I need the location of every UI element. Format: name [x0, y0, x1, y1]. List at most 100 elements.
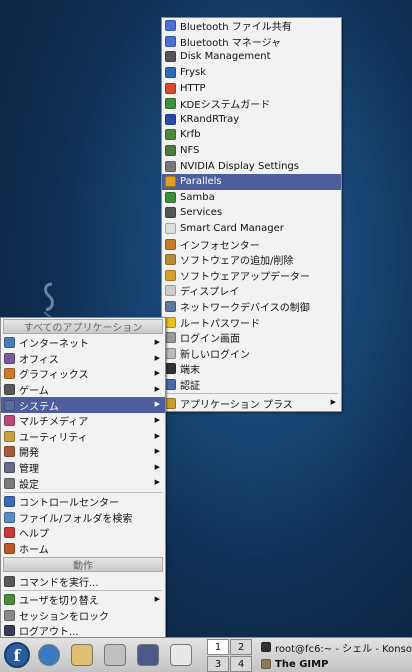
category-item-2[interactable]: グラフィックス ▶ [1, 366, 165, 382]
admin-icon [4, 462, 15, 474]
submenu-item-11[interactable]: Samba [162, 190, 341, 206]
krandr-icon [165, 113, 176, 125]
submenu-item-18[interactable]: ネットワークデバイスの制御 [162, 299, 341, 315]
pager-desktop-4[interactable]: 4 [230, 656, 252, 672]
action-item-0[interactable]: コマンドを実行... [1, 573, 165, 589]
submenu-arrow-icon: ▶ [154, 447, 160, 456]
taskbar-task-konsole[interactable]: root@fc6:~ - シェル - Konso [258, 639, 412, 655]
taskbar: f 1 2 3 4 root@fc6:~ - シェル - Konso The G… [0, 637, 412, 672]
submenu-item-12[interactable]: Services [162, 205, 341, 221]
menu-item-label: ルートパスワード [180, 318, 260, 330]
submenu-item-7[interactable]: Krfb [162, 127, 341, 143]
category-item-0[interactable]: インターネット ▶ [1, 335, 165, 351]
application-menu: すべてのアプリケーション インターネット ▶ オフィス ▶ グラフィックス ▶ ゲーム ▶ シス… [0, 317, 166, 640]
menu-item-label: Frysk [180, 67, 207, 79]
menu-item-label: ファイル/フォルダを検索 [19, 513, 133, 525]
services-icon [165, 207, 176, 219]
konqueror-icon[interactable] [104, 644, 126, 666]
menu-item-label: ユーティリティ [19, 432, 88, 444]
pager-desktop-3[interactable]: 3 [207, 656, 229, 672]
submenu-item-22[interactable]: 端末 [162, 361, 341, 377]
submenu-item-21[interactable]: 新しいログイン [162, 345, 341, 361]
kmail-icon[interactable] [71, 644, 93, 666]
submenu-item-9[interactable]: NVIDIA Display Settings [162, 158, 341, 174]
category-item-6[interactable]: ユーティリティ ▶ [1, 429, 165, 445]
home-icon [4, 543, 15, 555]
menu-item-label: 端末 [180, 365, 200, 377]
menu-item-label: ログイン画面 [180, 334, 240, 346]
pager-desktop-1[interactable]: 1 [207, 639, 229, 655]
desktop-pager: 1 2 3 4 [207, 639, 253, 672]
category-item-4[interactable]: システム ▶ [1, 397, 165, 413]
submenu-item-20[interactable]: ログイン画面 [162, 330, 341, 346]
action-item-1[interactable]: ユーザを切り替え ▶ [1, 592, 165, 608]
menu-item-label: HTTP [180, 82, 206, 94]
login-screen-icon [165, 332, 176, 344]
menu-extra-item-3[interactable]: ホーム [1, 541, 165, 557]
submenu-item-6[interactable]: KRandRTray [162, 112, 341, 128]
web-browser-icon[interactable] [38, 644, 60, 666]
submenu-arrow-icon: ▶ [154, 431, 160, 440]
menu-item-label: ホーム [19, 545, 49, 557]
submenu-item-1[interactable]: Bluetooth マネージャ [162, 34, 341, 50]
menu-extra-item-2[interactable]: ヘルプ [1, 525, 165, 541]
submenu-item-4[interactable]: HTTP [162, 80, 341, 96]
menu-separator [4, 589, 162, 591]
submenu-item-2[interactable]: Disk Management [162, 49, 341, 65]
utility-icon [4, 430, 15, 442]
submenu-arrow-icon: ▶ [154, 415, 160, 424]
menu-item-label: NVIDIA Display Settings [180, 160, 299, 172]
submenu-item-24[interactable]: アプリケーション プラス ▶ [162, 395, 341, 411]
submenu-item-0[interactable]: Bluetooth ファイル共有 [162, 18, 341, 34]
taskbar-task-gimp[interactable]: The GIMP [258, 656, 412, 672]
category-item-7[interactable]: 開発 ▶ [1, 444, 165, 460]
submenu-arrow-icon: ▶ [154, 338, 160, 346]
menu-item-label: コントロールセンター [19, 498, 119, 510]
all-applications-header: すべてのアプリケーション [3, 319, 163, 334]
nfs-icon [165, 145, 176, 157]
new-login-icon [165, 347, 176, 359]
submenu-item-23[interactable]: 認証 [162, 377, 341, 393]
submenu-arrow-icon: ▶ [154, 369, 160, 378]
submenu-arrow-icon: ▶ [154, 353, 160, 362]
submenu-item-3[interactable]: Frysk [162, 65, 341, 81]
office-icon[interactable] [170, 644, 192, 666]
menu-item-label: NFS [180, 145, 200, 157]
category-item-8[interactable]: 管理 ▶ [1, 460, 165, 476]
submenu-item-19[interactable]: ルートパスワード [162, 314, 341, 330]
application-plus-icon [165, 397, 176, 409]
menu-item-label: ユーザを切り替え [19, 596, 99, 608]
root-password-icon [165, 316, 176, 328]
submenu-arrow-icon: ▶ [154, 478, 160, 487]
menu-extra-item-1[interactable]: ファイル/フォルダを検索 [1, 510, 165, 526]
category-item-9[interactable]: 設定 ▶ [1, 475, 165, 491]
fedora-menu-button[interactable]: f [4, 642, 30, 668]
task-label: root@fc6:~ - シェル - Konso [275, 643, 412, 655]
search-icon [4, 511, 15, 523]
submenu-item-13[interactable]: Smart Card Manager [162, 221, 341, 237]
submenu-item-14[interactable]: インフォセンター [162, 236, 341, 252]
actions-header: 動作 [3, 557, 163, 573]
category-item-5[interactable]: マルチメディア ▶ [1, 413, 165, 429]
pager-desktop-2[interactable]: 2 [230, 639, 252, 655]
submenu-item-16[interactable]: ソフトウェアアップデーター [162, 268, 341, 284]
submenu-item-5[interactable]: KDEシステムガード [162, 96, 341, 112]
http-icon [165, 82, 176, 94]
menu-item-label: ネットワークデバイスの制御 [180, 302, 310, 314]
submenu-arrow-icon: ▶ [154, 594, 160, 603]
category-item-3[interactable]: ゲーム ▶ [1, 382, 165, 398]
submenu-item-10[interactable]: Parallels [162, 173, 341, 190]
network-device-icon [165, 300, 176, 312]
submenu-item-8[interactable]: NFS [162, 143, 341, 159]
menu-item-label: 設定 [19, 479, 39, 491]
category-item-1[interactable]: オフィス ▶ [1, 351, 165, 367]
menu-extra-item-0[interactable]: コントロールセンター [1, 494, 165, 510]
action-item-2[interactable]: セッションをロック [1, 608, 165, 624]
terminal-icon[interactable] [137, 644, 159, 666]
submenu-item-15[interactable]: ソフトウェアの追加/削除 [162, 252, 341, 268]
control-center-icon [4, 496, 15, 508]
menu-item-label: Services [180, 207, 223, 219]
frysk-icon [165, 67, 176, 79]
submenu-item-17[interactable]: ディスプレイ [162, 283, 341, 299]
menu-item-label: 新しいログイン [180, 349, 250, 361]
